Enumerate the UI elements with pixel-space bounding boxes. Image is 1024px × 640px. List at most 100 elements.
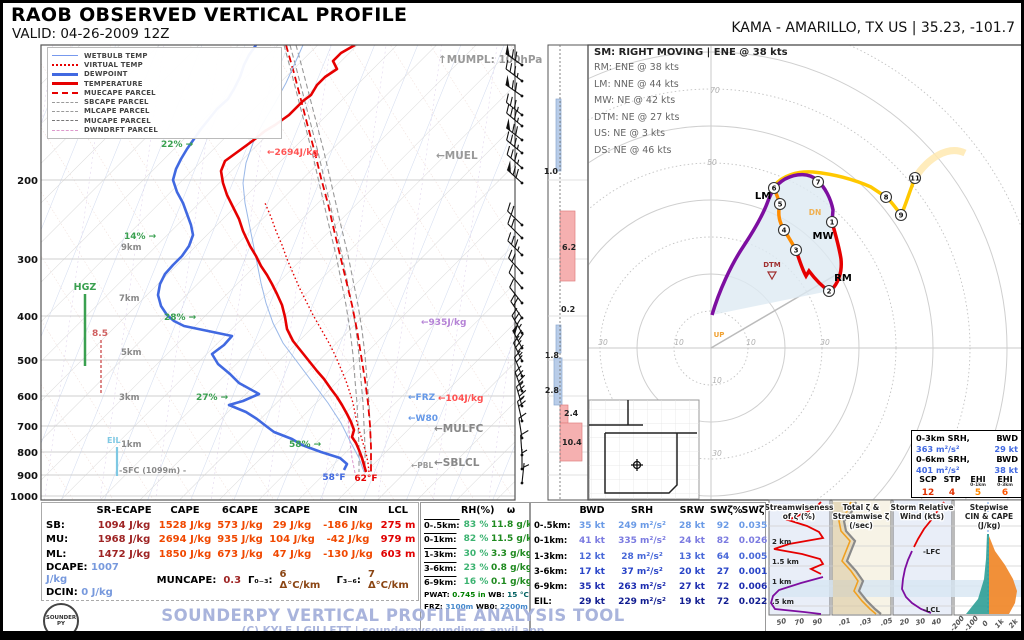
hgz-label: HGZ bbox=[74, 282, 97, 293]
svg-text:400: 400 bbox=[17, 312, 38, 323]
svg-text:30: 30 bbox=[712, 449, 722, 458]
scp-value: 12 bbox=[916, 488, 940, 499]
thermodynamics-table: SR-ECAPE CAPE 6CAPE 3CAPE CIN LCL SB: 10… bbox=[41, 502, 419, 601]
mini-panels: Streamwisenessof ζ (%) Total ζ &Streamwi… bbox=[764, 500, 1024, 633]
lm-label: LM bbox=[755, 191, 771, 202]
sfc-dewpoint-label: 58°F bbox=[322, 473, 345, 483]
svg-text:30: 30 bbox=[820, 338, 830, 347]
map-inset bbox=[589, 400, 699, 499]
svg-text:2 km: 2 km bbox=[772, 538, 791, 546]
dtm-line: DTM: NE @ 27 kts bbox=[594, 112, 788, 123]
layer-value-strip: 1.0 6.2 0.2 1.8 2.8 2.4 10.4 bbox=[544, 45, 588, 500]
dewpoint-line-icon bbox=[52, 73, 78, 76]
svg-text:(J/kg): (J/kg) bbox=[978, 521, 1001, 530]
svg-text:1.5 km: 1.5 km bbox=[772, 558, 799, 566]
legend-item: DEWPOINT bbox=[52, 70, 277, 79]
svg-text:2.8: 2.8 bbox=[545, 386, 560, 395]
svg-text:30: 30 bbox=[598, 338, 608, 347]
bottom-border-bar bbox=[3, 631, 1021, 637]
wetbulb-line-icon bbox=[52, 55, 78, 56]
svg-text:5km: 5km bbox=[121, 348, 142, 358]
storm-motion-info: SM: RIGHT MOVING | ENE @ 38 kts RM: ENE … bbox=[594, 47, 788, 161]
frz-label: ←FRZ bbox=[408, 393, 436, 403]
svg-text:1k: 1k bbox=[993, 616, 1006, 629]
svg-text:9: 9 bbox=[899, 212, 904, 220]
svg-text:Storm Relative: Storm Relative bbox=[891, 503, 954, 512]
svg-text:3km: 3km bbox=[119, 393, 140, 403]
mucape-energy-label: ←2694J/kg bbox=[267, 148, 319, 158]
ehi01-value: 5 bbox=[964, 488, 992, 499]
muncape-lapse-rates: MUNCAPE:0.3 Γ₀₋₃:6 Δ°C/km Γ₃₋₆:7 Δ°C/km bbox=[157, 562, 418, 600]
svg-text:of ζ (%): of ζ (%) bbox=[783, 512, 815, 521]
ds-line: DS: NE @ 46 kts bbox=[594, 145, 788, 156]
dwndrft-line-icon bbox=[52, 130, 78, 131]
cape104-label: ←104J/kg bbox=[438, 394, 483, 404]
rm-label: RM bbox=[834, 273, 852, 284]
legend-item: MUECAPE PARCEL bbox=[52, 88, 277, 97]
mw-line: MW: NE @ 42 kts bbox=[594, 95, 788, 106]
svg-text:Total ζ &: Total ζ & bbox=[843, 503, 880, 512]
svg-text:.5 km: .5 km bbox=[772, 598, 794, 606]
svg-text:90: 90 bbox=[812, 617, 824, 627]
svg-text:9km: 9km bbox=[121, 243, 142, 253]
mumpl-label: ↑MUMPL: 100hPa bbox=[438, 54, 542, 66]
svg-text:1km: 1km bbox=[121, 440, 142, 450]
svg-text:2.4: 2.4 bbox=[564, 409, 579, 418]
svg-text:700: 700 bbox=[17, 422, 38, 433]
us-line: US: NE @ 3 kts bbox=[594, 128, 788, 139]
svg-text:7km: 7km bbox=[119, 294, 140, 304]
dtm-label: DTM bbox=[763, 261, 781, 269]
virtual-temp-line-icon bbox=[52, 64, 78, 66]
svg-text:1: 1 bbox=[830, 219, 835, 227]
legend-item: MUCAPE PARCEL bbox=[52, 116, 277, 125]
svg-text:(/sec): (/sec) bbox=[849, 521, 873, 530]
svg-text:4: 4 bbox=[782, 227, 787, 235]
srh-bwd-summary-box: 0-3km SRH,BWD 363 m²/s²29 kt 0-6km SRH,B… bbox=[911, 430, 1023, 498]
cape935-label: ←935J/kg bbox=[421, 318, 466, 328]
mw-label: MW bbox=[813, 231, 834, 242]
svg-text:0: 0 bbox=[981, 619, 990, 628]
sfc-temp-label: 62°F bbox=[354, 474, 377, 484]
lm-line: LM: NNE @ 44 kts bbox=[594, 79, 788, 90]
svg-text:14% →: 14% → bbox=[124, 232, 157, 242]
svg-text:CIN & CAPE: CIN & CAPE bbox=[965, 512, 1013, 521]
rm-line: RM: ENE @ 38 kts bbox=[594, 62, 788, 73]
series-legend: WETBULB TEMP VIRTUAL TEMP DEWPOINT TEMPE… bbox=[47, 47, 282, 139]
sbcape-line-icon bbox=[52, 102, 78, 103]
lapse85-label: 8.5 bbox=[92, 329, 108, 339]
stp-value: 4 bbox=[940, 488, 964, 499]
svg-text:200: 200 bbox=[17, 176, 38, 187]
pwat-wb-row: PWAT: 0.745 in WB: 15 °C bbox=[424, 590, 529, 600]
svg-text:30: 30 bbox=[915, 617, 927, 627]
strip-bar-blue-3 bbox=[554, 358, 562, 405]
sfc-label: -SFC (1099m) - bbox=[119, 466, 186, 475]
svg-text:5: 5 bbox=[778, 201, 783, 209]
muecape-line-icon bbox=[52, 92, 78, 94]
svg-text:20: 20 bbox=[899, 617, 911, 627]
svg-text:1.0: 1.0 bbox=[544, 167, 559, 176]
svg-text:22% →: 22% → bbox=[161, 140, 194, 150]
svg-text:1000: 1000 bbox=[10, 492, 38, 503]
sounderpy-profile-page: 200 300 400 500 600 700 800 900 1000 -30… bbox=[0, 0, 1024, 640]
dcape-dcin: DCAPE: 1007 J/kg DCIN: 0 J/kg bbox=[46, 562, 143, 600]
svg-text:27% →: 27% → bbox=[196, 393, 229, 403]
pbl-label: ←PBL bbox=[411, 461, 433, 470]
svg-text:500: 500 bbox=[17, 356, 38, 367]
svg-text:.03: .03 bbox=[858, 617, 872, 628]
svg-text:28% →: 28% → bbox=[164, 313, 197, 323]
svg-text:50: 50 bbox=[776, 617, 788, 627]
legend-item: MLCAPE PARCEL bbox=[52, 107, 277, 116]
mulfc-label: ←MULFC bbox=[434, 423, 484, 435]
legend-item: VIRTUAL TEMP bbox=[52, 60, 277, 69]
legend-item: DWNDRFT PARCEL bbox=[52, 125, 277, 134]
legend-item: SBCAPE PARCEL bbox=[52, 97, 277, 106]
composite-indices: SCP STP EHI EHI 0-1km 0-3km 12 4 5 6 bbox=[916, 476, 1018, 499]
svg-text:Stepwise: Stepwise bbox=[970, 503, 1009, 512]
svg-text:58% →: 58% → bbox=[289, 440, 322, 450]
svg-text:1 km: 1 km bbox=[772, 578, 791, 586]
mucape-line-icon bbox=[52, 120, 78, 121]
svg-text:3: 3 bbox=[794, 247, 799, 255]
sm-line: SM: RIGHT MOVING | ENE @ 38 kts bbox=[594, 47, 788, 58]
svg-text:8: 8 bbox=[884, 194, 889, 202]
pressure-axis: 200 300 400 500 600 700 800 900 1000 bbox=[10, 176, 38, 503]
